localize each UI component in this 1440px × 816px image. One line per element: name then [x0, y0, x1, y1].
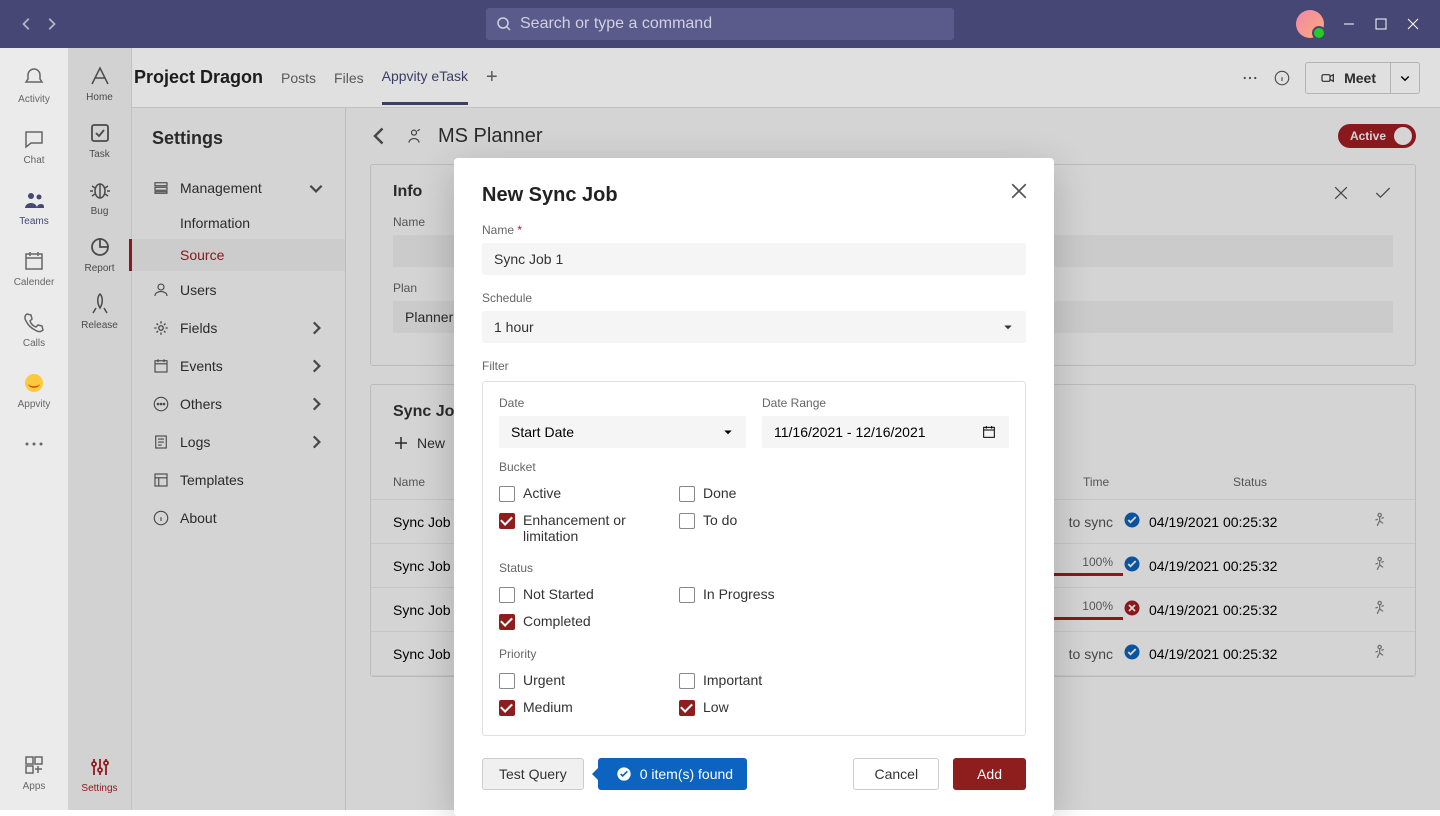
search-icon [496, 16, 512, 32]
rail-calls[interactable]: Calls [0, 304, 68, 355]
modal-schedule-select[interactable]: 1 hour [482, 311, 1026, 343]
modal-name-input[interactable] [482, 243, 1026, 275]
rail-calendar[interactable]: Calender [0, 243, 68, 294]
avatar[interactable] [1296, 10, 1324, 38]
filter-date-select[interactable]: Start Date [499, 416, 746, 448]
check-bucket-active[interactable]: Active [499, 480, 679, 507]
minimize-icon[interactable] [1342, 17, 1356, 31]
cancel-button[interactable]: Cancel [853, 758, 939, 790]
check-status-notstarted[interactable]: Not Started [499, 581, 679, 608]
check-circle-icon [616, 766, 632, 782]
test-query-button[interactable]: Test Query [482, 758, 584, 790]
back-icon[interactable] [20, 17, 34, 31]
dropdown-icon [722, 426, 734, 438]
teams-rail: Activity Chat Teams Calender Calls Appvi… [0, 48, 68, 810]
check-priority-important[interactable]: Important [679, 667, 859, 694]
rail-apps[interactable]: Apps [0, 747, 68, 798]
rail-teams[interactable]: Teams [0, 182, 68, 233]
check-status-inprogress[interactable]: In Progress [679, 581, 859, 608]
check-status-completed[interactable]: Completed [499, 608, 679, 635]
titlebar: Search or type a command [0, 0, 1440, 48]
maximize-icon[interactable] [1374, 17, 1388, 31]
check-bucket-done[interactable]: Done [679, 480, 859, 507]
dropdown-icon [1002, 321, 1014, 333]
filter-range-input[interactable]: 11/16/2021 - 12/16/2021 [762, 416, 1009, 448]
search-placeholder: Search or type a command [520, 15, 712, 33]
modal-title: New Sync Job [482, 184, 1026, 207]
calendar-icon [981, 424, 997, 440]
modal-close-button[interactable] [1010, 182, 1028, 205]
check-priority-low[interactable]: Low [679, 694, 859, 721]
rail-chat[interactable]: Chat [0, 121, 68, 172]
check-bucket-enhancement[interactable]: Enhancement or limitation [499, 507, 679, 549]
rail-more[interactable] [0, 426, 68, 462]
filter-box: Date Start Date Date Range 11/16/2021 - … [482, 381, 1026, 736]
check-priority-urgent[interactable]: Urgent [499, 667, 679, 694]
test-result-callout: 0 item(s) found [598, 758, 747, 790]
check-bucket-todo[interactable]: To do [679, 507, 859, 549]
rail-activity[interactable]: Activity [0, 60, 68, 111]
forward-icon[interactable] [44, 17, 58, 31]
rail-appvity[interactable]: Appvity [0, 365, 68, 416]
search-input[interactable]: Search or type a command [486, 8, 954, 40]
new-syncjob-modal: New Sync Job Name * Schedule 1 hour Filt… [454, 158, 1054, 816]
close-icon[interactable] [1406, 17, 1420, 31]
add-button[interactable]: Add [953, 758, 1026, 790]
check-priority-medium[interactable]: Medium [499, 694, 679, 721]
